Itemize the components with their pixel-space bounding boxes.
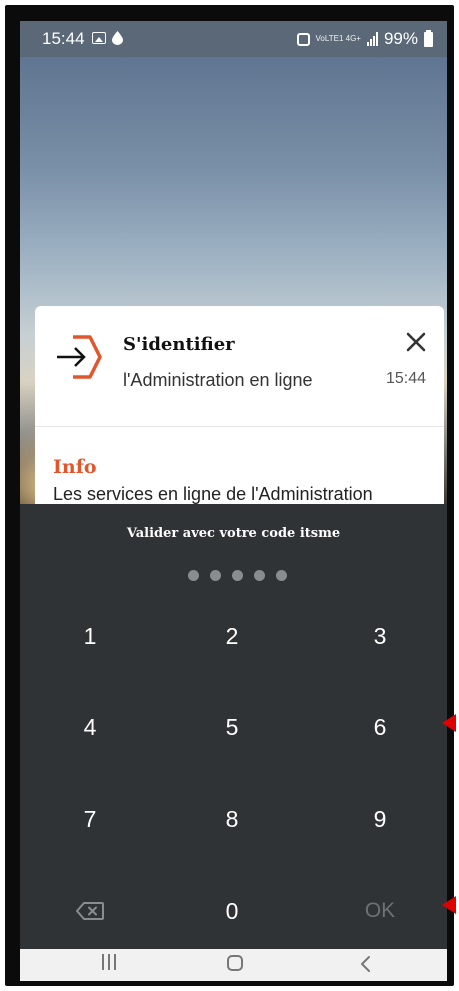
status-right-group: VoLTE1 4G+ 99% [296,29,433,49]
info-text: Les services en ligne de l'Administratio… [53,484,373,504]
notification-card[interactable]: S'identifier l'Administration en ligne 1… [35,306,444,521]
notification-time: 15:44 [385,370,426,387]
key-4[interactable]: 4 [20,687,160,767]
backspace-button[interactable] [20,871,160,951]
back-icon[interactable] [357,954,375,974]
battery-percent: 99% [383,29,418,48]
key-1[interactable]: 1 [20,596,160,676]
login-arrow-hexagon-icon [57,335,102,379]
card-divider [35,426,444,427]
close-icon[interactable] [404,330,428,354]
status-bar: 15:44 VoLTE1 4G+ 99% [20,21,447,57]
notification-title: S'identifier [123,334,235,355]
info-title: Info [53,456,97,478]
key-6[interactable]: 6 [310,687,447,767]
pin-keypad: Valider avec votre code itsme 1 2 3 4 5 … [20,504,447,954]
backspace-icon [76,902,104,920]
notification-subtitle: l'Administration en ligne [123,370,313,390]
battery-icon [424,29,433,47]
key-7[interactable]: 7 [20,779,160,859]
signal-icon [366,32,378,46]
screenshot-frame: 15:44 VoLTE1 4G+ 99% S'identifier l'Admi… [0,0,459,991]
key-2[interactable]: 2 [162,596,302,676]
gallery-icon [92,32,106,44]
annotation-arrow-icon [442,896,456,914]
pin-dot [188,570,199,581]
key-0[interactable]: 0 [162,871,302,951]
navigation-bar [20,949,447,981]
recents-icon[interactable] [102,954,122,972]
annotation-arrow-icon [442,714,456,732]
key-5[interactable]: 5 [162,687,302,767]
pin-dot [276,570,287,581]
phone-bezel: 15:44 VoLTE1 4G+ 99% S'identifier l'Admi… [5,5,454,986]
pin-dot [232,570,243,581]
alarm-icon [296,32,310,46]
network-label: VoLTE1 4G+ [315,34,361,43]
phone-screen: 15:44 VoLTE1 4G+ 99% S'identifier l'Admi… [20,21,447,981]
home-icon[interactable] [227,955,243,971]
keypad-prompt: Valider avec votre code itsme [126,526,341,541]
drop-icon [112,31,123,45]
key-8[interactable]: 8 [162,779,302,859]
status-time: 15:44 [42,29,85,48]
pin-dot [254,570,265,581]
key-9[interactable]: 9 [310,779,447,859]
pin-dots [188,570,287,581]
pin-dot [210,570,221,581]
ok-button[interactable]: OK [310,871,447,951]
key-3[interactable]: 3 [310,596,447,676]
